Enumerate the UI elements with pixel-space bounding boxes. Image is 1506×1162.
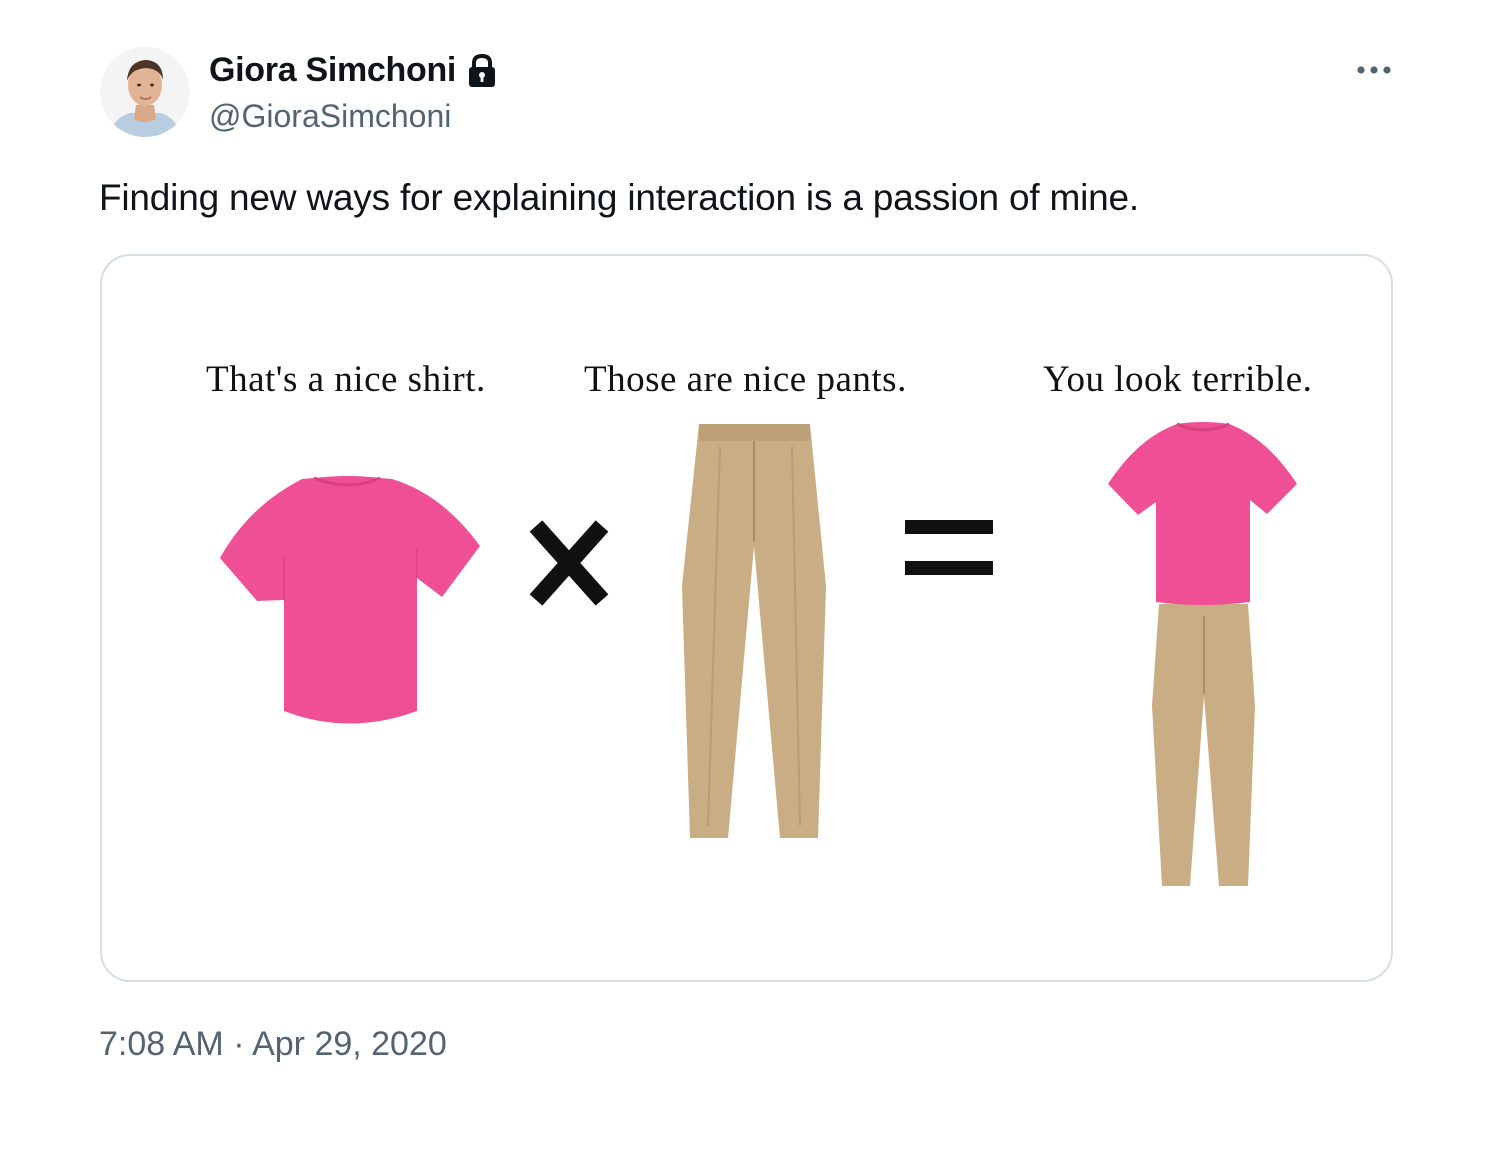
tweet-timestamp[interactable]: 7:08 AM · Apr 29, 2020 — [99, 1022, 447, 1066]
equals-sign — [905, 520, 993, 575]
multiply-sign — [529, 520, 609, 606]
author-display-name[interactable]: Giora Simchoni — [209, 48, 498, 92]
tweet-text: Finding new ways for explaining interact… — [99, 177, 1140, 218]
avatar[interactable] — [100, 47, 190, 137]
more-horizontal-icon — [1357, 66, 1391, 74]
avatar-portrait — [100, 47, 190, 137]
tweet-media-image[interactable]: That's a nice shirt. Those are nice pant… — [100, 254, 1393, 982]
combined-outfit-image — [1108, 422, 1297, 886]
author-name-text: Giora Simchoni — [209, 51, 457, 89]
caption-result: You look terrible. — [1043, 359, 1313, 400]
author-handle[interactable]: @GioraSimchoni — [209, 96, 451, 136]
lock-icon — [466, 53, 498, 89]
caption-shirt: That's a nice shirt. — [206, 359, 486, 400]
khaki-pants-image — [682, 424, 826, 838]
caption-pants: Those are nice pants. — [584, 359, 907, 400]
more-options-button[interactable] — [1352, 56, 1396, 84]
pink-shirt-image — [220, 476, 480, 724]
